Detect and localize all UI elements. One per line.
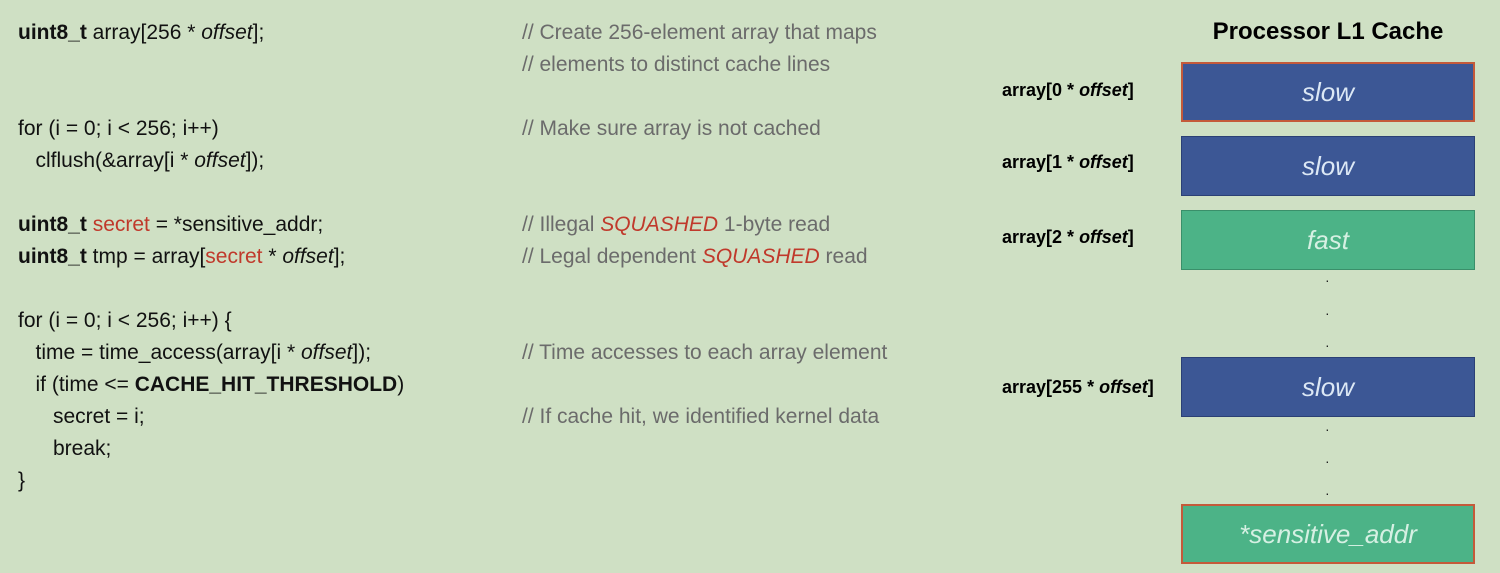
- code-line-clflush: clflush(&array[i * offset]);: [18, 145, 265, 177]
- type-keyword: uint8_t: [18, 245, 87, 268]
- code-line-array-decl: uint8_t array[256 * offset];: [18, 17, 264, 49]
- code-text: tmp = array[: [86, 245, 206, 268]
- code-text: time = time_access(array[i *: [18, 341, 301, 364]
- ellipsis-dot: ·: [1325, 337, 1330, 353]
- secret-word: secret: [205, 245, 263, 268]
- cache-line-1: slow: [1181, 136, 1475, 196]
- code-line-secret-read: uint8_t secret = *sensitive_addr;: [18, 209, 323, 241]
- label-text: ]: [1127, 227, 1134, 247]
- type-keyword: uint8_t: [18, 21, 87, 44]
- code-line-time-access: time = time_access(array[i * offset]);: [18, 337, 372, 369]
- code-line-secret-assign: secret = i;: [18, 401, 145, 433]
- offset-word: offset: [1079, 80, 1128, 100]
- ellipsis-dot: ·: [1325, 421, 1330, 437]
- cache-row-label-255: array[255 * offset]: [1002, 376, 1154, 398]
- comment-text: 1-byte read: [718, 213, 831, 236]
- label-text: array[255 *: [1002, 377, 1100, 397]
- offset-word: offset: [1099, 377, 1148, 397]
- code-text: for (i = 0; i < 256; i++): [18, 117, 219, 140]
- label-text: ]: [1127, 152, 1134, 172]
- comment-not-cached: // Make sure array is not cached: [522, 117, 821, 140]
- code-text: *: [262, 245, 283, 268]
- comment-cache-lines: // elements to distinct cache lines: [522, 53, 831, 76]
- offset-word: offset: [1079, 227, 1128, 247]
- code-text: = *sensitive_addr;: [149, 213, 324, 236]
- comment-time-accesses: // Time accesses to each array element: [522, 341, 888, 364]
- code-text: for (i = 0; i < 256; i++) {: [18, 309, 232, 332]
- offset-word: offset: [201, 21, 253, 44]
- code-text: if (time <=: [18, 373, 135, 396]
- code-text: ];: [252, 21, 265, 44]
- code-text: break;: [18, 437, 112, 460]
- label-text: array[1 *: [1002, 152, 1080, 172]
- ellipsis-dot: ·: [1325, 453, 1330, 469]
- type-keyword: uint8_t: [18, 213, 87, 236]
- offset-word: offset: [301, 341, 353, 364]
- code-text: ]);: [352, 341, 372, 364]
- label-text: array[2 *: [1002, 227, 1080, 247]
- cache-row-label-0: array[0 * offset]: [1002, 79, 1134, 101]
- ellipsis-dot: ·: [1325, 272, 1330, 288]
- code-text: ): [397, 373, 405, 396]
- offset-word: offset: [194, 149, 246, 172]
- cache-line-255: slow: [1181, 357, 1475, 417]
- code-line-close-brace: }: [18, 465, 25, 497]
- squashed-word: SQUASHED: [600, 213, 719, 236]
- label-text: array[0 *: [1002, 80, 1080, 100]
- comment-text: read: [819, 245, 868, 268]
- cache-title: Processor L1 Cache: [1212, 18, 1444, 45]
- cache-line-2: fast: [1181, 210, 1475, 270]
- threshold-constant: CACHE_HIT_THRESHOLD: [134, 373, 398, 396]
- squashed-word: SQUASHED: [701, 245, 820, 268]
- label-text: ]: [1147, 377, 1154, 397]
- code-text: secret = i;: [18, 405, 145, 428]
- cache-row-label-1: array[1 * offset]: [1002, 151, 1134, 173]
- comment-illegal-read: // Illegal SQUASHED 1-byte read: [522, 209, 830, 241]
- code-line-if-threshold: if (time <= CACHE_HIT_THRESHOLD): [18, 369, 405, 401]
- code-text: ];: [333, 245, 346, 268]
- code-line-break: break;: [18, 433, 111, 465]
- secret-word: secret: [92, 213, 150, 236]
- code-text: }: [18, 469, 26, 492]
- label-text: ]: [1127, 80, 1134, 100]
- ellipsis-dot: ·: [1325, 305, 1330, 321]
- code-line-for-time: for (i = 0; i < 256; i++) {: [18, 305, 232, 337]
- offset-word: offset: [1079, 152, 1128, 172]
- comment-text: // Illegal: [522, 213, 601, 236]
- comment-create-array: // Create 256-element array that maps: [522, 21, 877, 44]
- code-line-tmp-read: uint8_t tmp = array[secret * offset];: [18, 241, 345, 273]
- comment-legal-read: // Legal dependent SQUASHED read: [522, 241, 868, 273]
- code-text: ]);: [245, 149, 265, 172]
- code-text: clflush(&array[i *: [18, 149, 195, 172]
- comment-cache-hit: // If cache hit, we identified kernel da…: [522, 405, 880, 428]
- cache-line-0: slow: [1181, 62, 1475, 122]
- cache-row-label-2: array[2 * offset]: [1002, 226, 1134, 248]
- code-text: array[256 *: [86, 21, 202, 44]
- ellipsis-dot: ·: [1325, 485, 1330, 501]
- cache-line-sensitive: *sensitive_addr: [1181, 504, 1475, 564]
- code-line-for-flush: for (i = 0; i < 256; i++): [18, 113, 219, 145]
- comment-text: // Legal dependent: [522, 245, 702, 268]
- offset-word: offset: [282, 245, 334, 268]
